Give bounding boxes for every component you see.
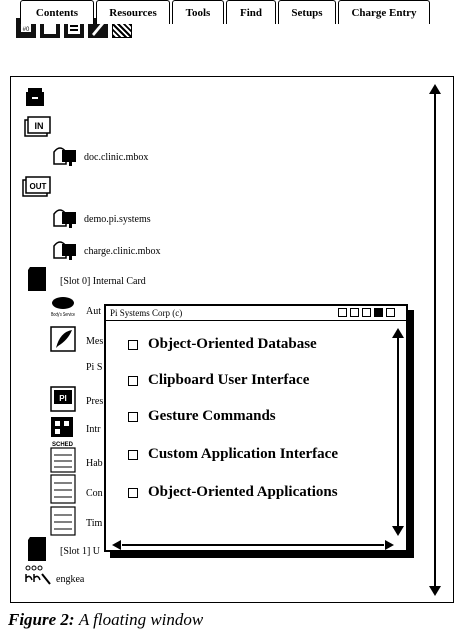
floating-item-label: Custom Application Interface (148, 446, 338, 462)
tab-tools[interactable]: Tools (172, 0, 224, 24)
file-cabinet-icon[interactable] (24, 86, 46, 113)
floating-item-label: Object-Oriented Applications (148, 484, 338, 500)
in-tray-icon[interactable]: IN (24, 116, 52, 143)
tree-item-tim[interactable]: Tim (86, 518, 102, 529)
figure-text: A floating window (78, 610, 204, 629)
floating-item-gesture-commands[interactable]: Gesture Commands (128, 408, 276, 425)
floating-item-object-oriented-applications[interactable]: Object-Oriented Applications (128, 484, 338, 501)
floating-item-custom-application-interface[interactable]: Custom Application Interface (128, 446, 338, 463)
body-service-icon[interactable]: Body's Service (50, 296, 76, 323)
floating-vertical-scrollbar[interactable] (392, 328, 404, 536)
tree-item-pi-s[interactable]: Pi S (86, 362, 102, 373)
mailbox-icon[interactable] (52, 144, 80, 171)
tab-setups[interactable]: Setups (278, 0, 336, 24)
scroll-up-arrow-icon[interactable] (392, 328, 404, 338)
tab-find[interactable]: Find (226, 0, 276, 24)
window-grid-icon[interactable] (338, 308, 347, 317)
mailbox-icon[interactable] (52, 238, 80, 265)
handwriting-icon[interactable] (24, 564, 52, 591)
floating-item-clipboard-user-interface[interactable]: Clipboard User Interface (128, 372, 309, 389)
floating-item-label: Gesture Commands (148, 408, 276, 424)
tree-item-con[interactable]: Con (86, 488, 103, 499)
window-minimize-icon[interactable] (374, 308, 383, 317)
checkbox-icon[interactable] (128, 487, 138, 498)
scroll-track[interactable] (122, 544, 384, 546)
memory-card-icon[interactable] (26, 266, 48, 297)
in-tray-label: IN (35, 121, 44, 131)
window-page-icon[interactable] (362, 308, 371, 317)
out-tray-label: OUT (30, 182, 47, 191)
scroll-track[interactable] (434, 92, 436, 588)
feather-icon[interactable] (50, 326, 76, 357)
floating-window[interactable]: Pi Systems Corp (c) Object-Oriented Data… (104, 304, 408, 552)
pi-icon[interactable]: PI (50, 386, 76, 417)
floating-item-object-oriented-database[interactable]: Object-Oriented Database (128, 336, 317, 353)
tree-item-aut[interactable]: Aut (86, 306, 101, 317)
tree-item-mes[interactable]: Mes (86, 336, 103, 347)
tree-item-hab[interactable]: Hab (86, 458, 103, 469)
tree-item-charge-clinic-mbox[interactable]: charge.clinic.mbox (84, 246, 160, 257)
checkbox-icon[interactable] (128, 411, 138, 422)
sched-label: SCHED (52, 442, 74, 448)
floating-item-label: Object-Oriented Database (148, 336, 317, 352)
abc-list-icon[interactable] (50, 506, 78, 541)
scroll-right-arrow-icon[interactable] (385, 540, 394, 550)
figure-caption: Figure 2: A floating window (8, 610, 203, 630)
abc-list-icon[interactable] (50, 474, 78, 509)
body-service-label: Body's Service (51, 312, 75, 318)
window-help-icon[interactable] (350, 308, 359, 317)
floating-horizontal-scrollbar[interactable] (112, 540, 394, 550)
svg-text:#0: #0 (23, 27, 30, 33)
tree-item-intr[interactable]: Intr (86, 424, 100, 435)
tree-item-pres[interactable]: Pres (86, 396, 103, 407)
floating-window-title: Pi Systems Corp (c) (110, 308, 183, 318)
main-vertical-scrollbar[interactable] (428, 84, 442, 596)
checkbox-icon[interactable] (128, 375, 138, 386)
pi-icon-label: PI (59, 394, 67, 403)
scroll-track[interactable] (397, 338, 399, 526)
tab-contents[interactable]: Contents (20, 0, 94, 24)
tree-item-demo-pi-systems[interactable]: demo.pi.systems (84, 214, 151, 225)
tab-charge-entry[interactable]: Charge Entry (338, 0, 430, 24)
scroll-down-arrow-icon[interactable] (429, 586, 441, 596)
out-tray-icon[interactable]: OUT (22, 176, 52, 203)
scroll-left-arrow-icon[interactable] (112, 540, 121, 550)
memory-card-icon[interactable] (26, 536, 48, 567)
checkbox-icon[interactable] (128, 339, 138, 350)
tree-item-slot0-internal-card[interactable]: [Slot 0] Internal Card (60, 276, 146, 287)
floating-window-titlebar[interactable]: Pi Systems Corp (c) (106, 306, 406, 321)
tree-item-slot1[interactable]: [Slot 1] U (60, 546, 100, 557)
scroll-down-arrow-icon[interactable] (392, 526, 404, 536)
floating-item-label: Clipboard User Interface (148, 372, 310, 388)
mailbox-icon[interactable] (52, 206, 80, 233)
figure-label: Figure 2: (8, 610, 75, 629)
checkbox-icon[interactable] (128, 449, 138, 460)
tree-item-doc-clinic-mbox[interactable]: doc.clinic.mbox (84, 152, 148, 163)
tab-resources[interactable]: Resources (96, 0, 170, 24)
grid-icon[interactable] (50, 416, 74, 443)
tree-item-engkea[interactable]: engkea (56, 574, 84, 585)
window-close-icon[interactable] (386, 308, 395, 317)
